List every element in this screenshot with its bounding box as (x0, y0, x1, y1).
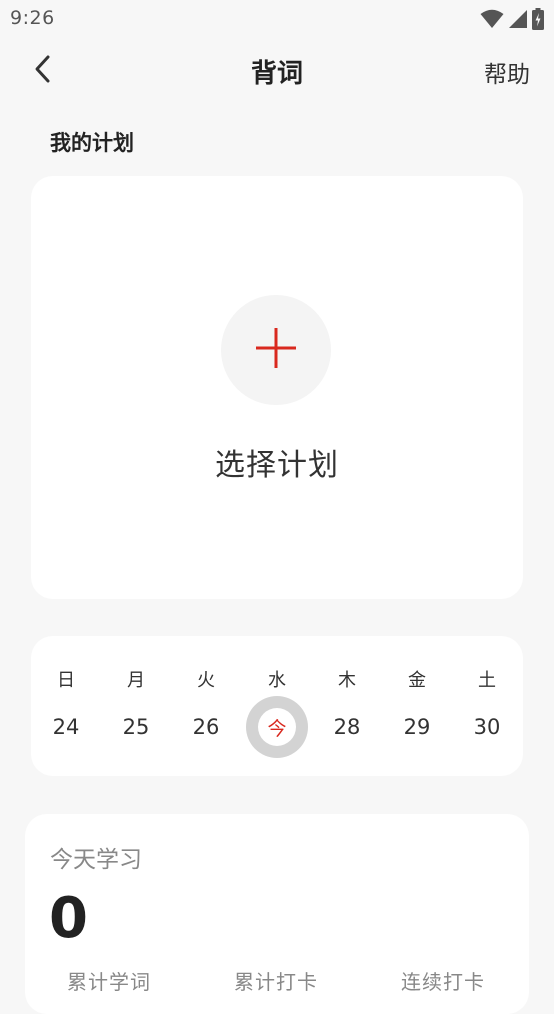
week-calendar: 日 24 月 25 火 26 水 今 木 28 金 29 土 30 (31, 636, 523, 776)
plan-card[interactable]: 选择计划 (31, 176, 523, 599)
date-label: 30 (473, 715, 501, 739)
add-plan-button[interactable] (221, 295, 331, 405)
date-label: 29 (403, 715, 431, 739)
date-label: 28 (333, 715, 361, 739)
calendar-day[interactable]: 月 25 (101, 636, 171, 776)
weekday-label: 水 (268, 670, 286, 691)
total-checkin-label: 累计打卡 (234, 970, 318, 994)
status-time: 9:26 (10, 7, 55, 29)
weekday-label: 木 (338, 670, 356, 691)
today-words-count: 0 (49, 886, 88, 951)
battery-charging-icon (532, 8, 544, 30)
calendar-day-today[interactable]: 水 今 (242, 636, 312, 776)
my-plan-heading: 我的计划 (50, 131, 134, 155)
date-label: 26 (192, 715, 220, 739)
weekday-label: 金 (408, 670, 426, 691)
today-label: 今 (258, 708, 296, 746)
status-icons (480, 8, 544, 30)
calendar-day[interactable]: 土 30 (452, 636, 522, 776)
status-bar: 9:26 (0, 0, 554, 38)
total-words-label: 累计学词 (67, 970, 151, 994)
weekday-label: 火 (197, 670, 215, 691)
date-label: 24 (52, 715, 80, 739)
nav-bar: 背词 帮助 (0, 40, 554, 102)
date-label: 25 (122, 715, 150, 739)
plus-icon (255, 327, 297, 373)
streak-checkin-label: 连续打卡 (401, 970, 485, 994)
select-plan-label: 选择计划 (215, 448, 339, 483)
calendar-day[interactable]: 木 28 (312, 636, 382, 776)
stats-title: 今天学习 (50, 847, 142, 873)
wifi-icon (480, 9, 504, 29)
study-stats-card: 今天学习 0 累计学词 累计打卡 连续打卡 (25, 814, 529, 1014)
help-button[interactable]: 帮助 (484, 55, 530, 89)
calendar-day[interactable]: 火 26 (171, 636, 241, 776)
weekday-label: 月 (127, 670, 145, 691)
weekday-label: 日 (57, 670, 75, 691)
calendar-day[interactable]: 金 29 (382, 636, 452, 776)
page-title: 背词 (250, 59, 303, 89)
calendar-day[interactable]: 日 24 (31, 636, 101, 776)
weekday-label: 土 (478, 670, 496, 691)
signal-icon (508, 9, 528, 29)
today-indicator: 今 (246, 696, 308, 758)
